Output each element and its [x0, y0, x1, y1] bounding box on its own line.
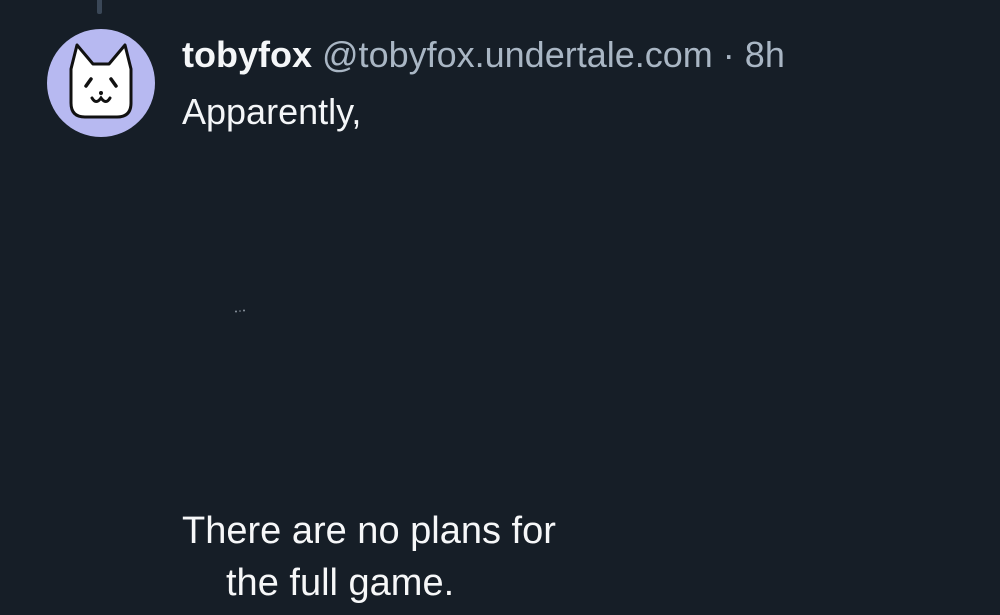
author-handle[interactable]: @tobyfox.undertale.com	[322, 34, 713, 75]
author-display-name[interactable]: tobyfox	[182, 34, 312, 75]
post-media[interactable]: There are no plans for the full game.	[182, 140, 1000, 615]
dog-face-icon	[69, 43, 133, 119]
post-text: Apparently,	[182, 91, 362, 132]
thread-connector-line	[97, 0, 102, 14]
media-speck	[235, 309, 245, 313]
header-separator: ·	[722, 34, 735, 75]
post-header: tobyfox @tobyfox.undertale.com · 8h	[182, 33, 785, 77]
caption-line-2: the full game.	[226, 562, 455, 604]
avatar[interactable]	[47, 29, 155, 137]
media-caption: There are no plans for the full game.	[182, 505, 556, 609]
post-timestamp[interactable]: 8h	[745, 34, 785, 75]
caption-line-1: There are no plans for	[182, 510, 556, 552]
